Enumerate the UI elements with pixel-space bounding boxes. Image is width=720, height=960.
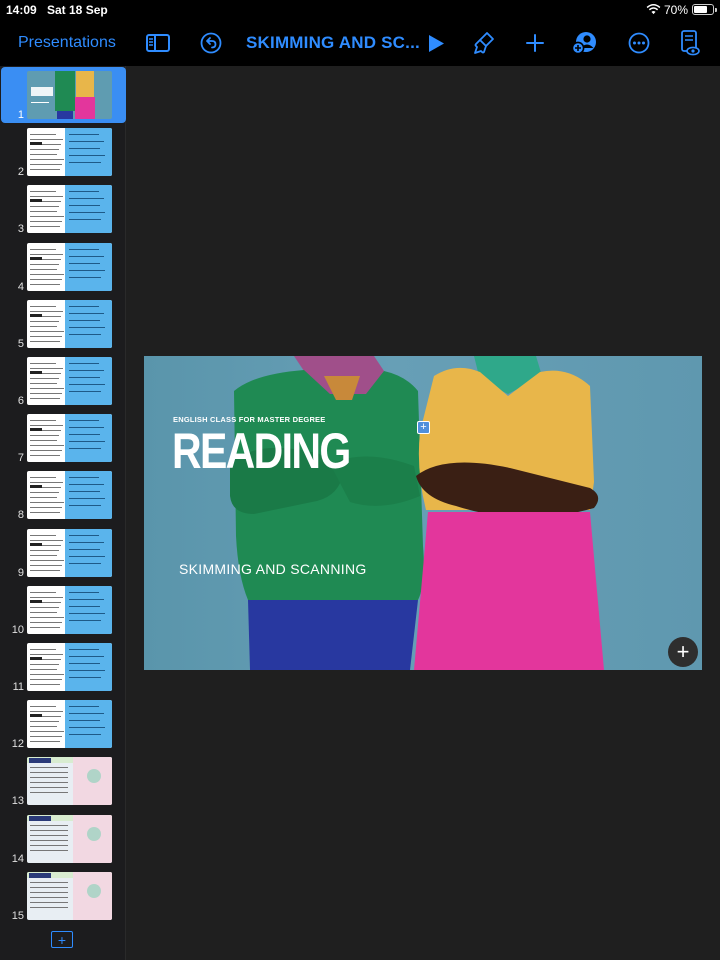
slide-thumbnail-3[interactable]: 3 bbox=[0, 181, 126, 237]
slide-number: 15 bbox=[11, 910, 24, 922]
slide-number: 12 bbox=[11, 738, 24, 750]
play-icon bbox=[428, 34, 444, 52]
slide-number: 2 bbox=[17, 166, 24, 178]
slide-thumbnail-image bbox=[27, 872, 112, 920]
slide-thumbnail-1[interactable]: 1 bbox=[0, 67, 126, 123]
collaborate-icon bbox=[571, 32, 596, 55]
slide-title[interactable]: READING bbox=[172, 426, 351, 476]
current-slide[interactable]: ENGLISH CLASS FOR MASTER DEGREE READING … bbox=[144, 356, 702, 670]
slide-thumbnail-image bbox=[27, 243, 112, 291]
slide-number: 1 bbox=[17, 109, 24, 121]
format-button[interactable] bbox=[472, 20, 496, 66]
more-icon bbox=[628, 32, 650, 54]
add-slide-button[interactable]: + bbox=[51, 931, 73, 948]
slide-number: 4 bbox=[17, 281, 24, 293]
toolbar: Presentations SKIMMING AND SC... bbox=[0, 20, 720, 66]
slide-number: 10 bbox=[11, 624, 24, 636]
sidebar-toggle-button[interactable] bbox=[145, 20, 171, 66]
slide-number: 9 bbox=[17, 567, 24, 579]
status-date: Sat 18 Sep bbox=[47, 3, 108, 17]
slide-thumbnail-2[interactable]: 2 bbox=[0, 124, 126, 180]
insert-placeholder-icon[interactable]: + bbox=[417, 421, 430, 434]
slide-thumbnail-5[interactable]: 5 bbox=[0, 296, 126, 352]
slide-thumbnail-image bbox=[27, 71, 112, 119]
status-bar: 14:09 Sat 18 Sep 70% bbox=[0, 0, 720, 20]
sidebar-icon bbox=[146, 34, 170, 52]
slide-thumbnail-4[interactable]: 4 bbox=[0, 239, 126, 295]
slide-thumbnail-8[interactable]: 8 bbox=[0, 467, 126, 523]
slide-thumbnail-image bbox=[27, 529, 112, 577]
slide-thumbnail-image bbox=[27, 471, 112, 519]
battery-percent: 70% bbox=[664, 3, 689, 17]
undo-icon bbox=[200, 32, 222, 54]
reader-view-button[interactable] bbox=[679, 20, 701, 66]
battery-icon bbox=[692, 4, 717, 15]
slide-number: 14 bbox=[11, 853, 24, 865]
document-title[interactable]: SKIMMING AND SC... bbox=[246, 20, 420, 66]
add-icon bbox=[526, 34, 544, 52]
slide-number: 3 bbox=[17, 223, 24, 235]
reader-view-icon bbox=[681, 30, 700, 56]
slide-caption[interactable]: SKIMMING AND SCANNING bbox=[179, 561, 367, 577]
undo-button[interactable] bbox=[199, 20, 223, 66]
collaborate-button[interactable] bbox=[571, 20, 599, 66]
insert-button[interactable] bbox=[524, 20, 546, 66]
slide-navigator: + 1 2 3 4 5 6 7 8 9 10 11 12 13 14 15 bbox=[0, 66, 126, 960]
slide-thumbnail-image bbox=[27, 128, 112, 176]
slide-number: 13 bbox=[11, 795, 24, 807]
slide-number: 5 bbox=[17, 338, 24, 350]
slide-thumbnail-9[interactable]: 9 bbox=[0, 525, 126, 581]
slide-number: 6 bbox=[17, 395, 24, 407]
slide-thumbnail-10[interactable]: 10 bbox=[0, 582, 126, 638]
slide-thumbnail-12[interactable]: 12 bbox=[0, 696, 126, 752]
play-button[interactable] bbox=[426, 20, 446, 66]
slide-thumbnail-image bbox=[27, 700, 112, 748]
slide-thumbnail-6[interactable]: 6 bbox=[0, 353, 126, 409]
slide-thumbnail-image bbox=[27, 643, 112, 691]
slide-canvas: ENGLISH CLASS FOR MASTER DEGREE READING … bbox=[127, 66, 720, 960]
slide-thumbnail-image bbox=[27, 815, 112, 863]
slide-thumbnail-7[interactable]: 7 bbox=[0, 410, 126, 466]
status-time: 14:09 bbox=[6, 3, 37, 17]
plus-icon: + bbox=[676, 639, 690, 664]
slide-number: 8 bbox=[17, 509, 24, 521]
more-button[interactable] bbox=[627, 20, 651, 66]
slide-thumbnail-image bbox=[27, 300, 112, 348]
slide-thumbnail-11[interactable]: 11 bbox=[0, 639, 126, 695]
add-icon: + bbox=[57, 931, 67, 948]
slide-thumbnail-image bbox=[27, 414, 112, 462]
slide-thumbnail-image bbox=[27, 757, 112, 805]
slide-thumbnail-13[interactable]: 13 bbox=[0, 753, 126, 809]
format-brush-icon bbox=[474, 32, 494, 54]
slide-thumbnail-15[interactable]: 15 bbox=[0, 868, 126, 924]
slide-number: 7 bbox=[17, 452, 24, 464]
slide-thumbnail-image bbox=[27, 185, 112, 233]
slide-thumbnail-image bbox=[27, 586, 112, 634]
slide-photo-people bbox=[230, 356, 604, 670]
presentations-back-button[interactable]: Presentations bbox=[18, 20, 116, 66]
add-object-button[interactable]: + bbox=[668, 637, 698, 667]
slide-number: 11 bbox=[12, 681, 24, 693]
slide-thumbnail-image bbox=[27, 357, 112, 405]
wifi-icon bbox=[646, 4, 661, 15]
slide-thumbnail-14[interactable]: 14 bbox=[0, 811, 126, 867]
